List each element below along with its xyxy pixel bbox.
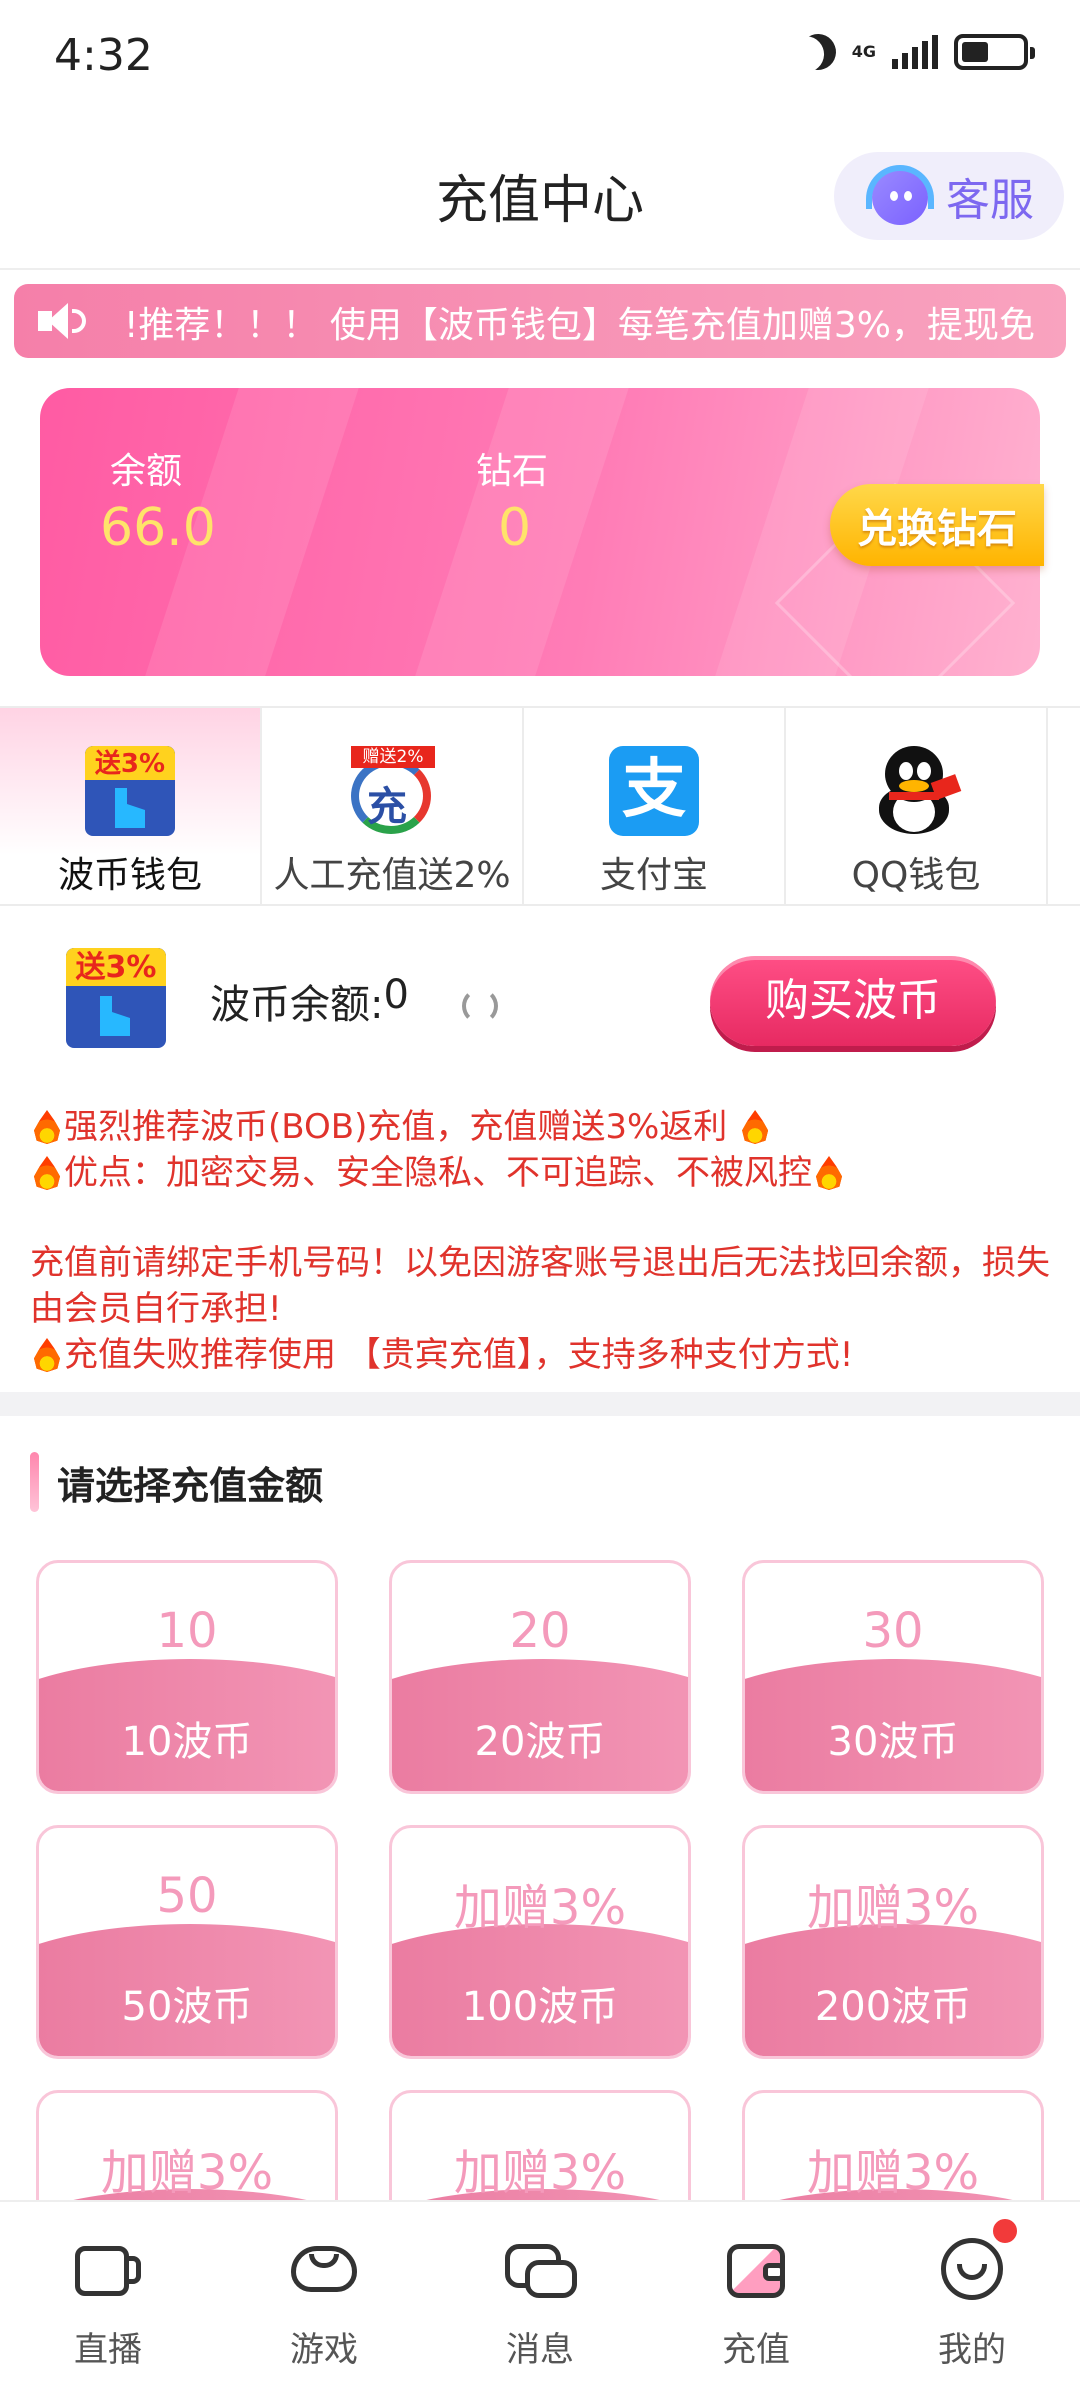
amount-coins: 100波币 [461, 1984, 619, 2030]
fire-icon [742, 1110, 769, 1144]
amount-coins: 10波币 [121, 1719, 253, 1765]
tab-label: QQ钱包 [851, 855, 981, 896]
amount-section: 请选择充值金额 10 10波币 20 20波币 30 30波币 50 50波币 … [0, 1416, 1080, 2324]
tab-label: 波币钱包 [57, 855, 202, 896]
note-line-3: 充值前请绑定手机号码！以免因游客账号退出后无法找回余额，损失由会员自行承担! [30, 1243, 1050, 1329]
amount-bonus: 加赠3% [100, 2145, 274, 2201]
recharge-notes: 强烈推荐波币(BOB)充值，充值赠送3%返利 优点：加密交易、安全隐私、不可追踪… [30, 1104, 1060, 1378]
tab-label: 支付宝 [599, 855, 708, 896]
balance-value: 66.0 [100, 498, 216, 558]
note-line-1: 强烈推荐波币(BOB)充值，充值赠送3%返利 [64, 1107, 728, 1147]
amount-value: 20 [509, 1603, 571, 1659]
profile-icon [937, 2238, 1007, 2300]
headset-icon [864, 165, 934, 227]
nav-live[interactable]: 直播 [0, 2202, 216, 2388]
amount-option[interactable]: 加赠3% 200波币 [742, 1825, 1044, 2059]
balance-label: 余额 [110, 451, 183, 492]
section-title: 请选择充值金额 [30, 1452, 323, 1512]
amount-value: 50 [156, 1868, 218, 1924]
gamepad-icon [289, 2238, 359, 2298]
tab-label: 人工充值送2% [273, 855, 511, 896]
note-line-2: 优点：加密交易、安全隐私、不可追踪、不被风控 [64, 1153, 812, 1193]
fire-icon [34, 1156, 60, 1190]
amount-value: 10 [156, 1603, 218, 1659]
payment-method-tabs: 送3% 波币钱包 充 赠送2% 人工充值送2% 支 支付宝 QQ钱包 [0, 706, 1080, 906]
amount-bonus: 加赠3% [806, 2145, 980, 2201]
amount-option[interactable]: 20 20波币 [389, 1560, 691, 1794]
alipay-icon: 支 [609, 746, 699, 836]
section-divider [0, 1392, 1080, 1416]
fire-icon [34, 1110, 60, 1144]
amount-coins: 50波币 [121, 1984, 253, 2030]
moon-icon [795, 29, 841, 75]
battery-icon [954, 34, 1035, 70]
bob-wallet-icon: 送3% [85, 746, 175, 836]
header: 充值中心 客服 [0, 120, 1080, 270]
note-line-4: 充值失败推荐使用 【贵宾充值】，支持多种支付方式! [64, 1335, 854, 1375]
speaker-icon [38, 303, 96, 339]
signal-icon [892, 35, 938, 69]
live-camera-icon [73, 2238, 143, 2298]
nav-profile[interactable]: 我的 [864, 2202, 1080, 2388]
customer-service-button[interactable]: 客服 [834, 152, 1064, 240]
bob-balance-label: 波币余额: [210, 982, 384, 1028]
nav-label: 充值 [722, 2330, 790, 2370]
amount-bonus: 加赠3% [453, 2145, 627, 2201]
qq-wallet-icon [871, 746, 962, 836]
bob-balance-value: 0 [383, 972, 409, 1018]
exchange-diamond-button[interactable]: 兑换钻石 [830, 484, 1044, 566]
amount-bonus: 加赠3% [806, 1880, 980, 1936]
diamond-value: 0 [498, 498, 532, 558]
announcement-marquee[interactable]: !推荐！！！ 使用【波币钱包】每笔充值加赠3%，提现免 [14, 284, 1066, 358]
fire-icon [816, 1156, 842, 1190]
bob-logo-icon: 送3% [66, 948, 166, 1048]
refresh-icon[interactable] [462, 988, 498, 1024]
wallet-icon [721, 2238, 791, 2298]
amount-coins: 200波币 [814, 1984, 972, 2030]
amount-coins: 20波币 [474, 1719, 606, 1765]
tab-qq-wallet[interactable]: QQ钱包 [786, 708, 1048, 904]
tab-alipay[interactable]: 支 支付宝 [524, 708, 786, 904]
announcement-text: !推荐！！！ 使用【波币钱包】每笔充值加赠3%，提现免 [124, 305, 1035, 346]
amount-option[interactable]: 50 50波币 [36, 1825, 338, 2059]
bob-balance-row: 送3% 波币余额: 0 购买波币 [0, 906, 1080, 1056]
amount-coins: 30波币 [827, 1719, 959, 1765]
amount-option[interactable]: 30 30波币 [742, 1560, 1044, 1794]
manual-recharge-icon: 充 赠送2% [347, 746, 437, 836]
amount-bonus: 加赠3% [453, 1880, 627, 1936]
message-icon [505, 2238, 577, 2298]
nav-label: 消息 [506, 2330, 574, 2370]
nav-games[interactable]: 游戏 [216, 2202, 432, 2388]
nav-messages[interactable]: 消息 [432, 2202, 648, 2388]
status-bar: 4:32 4G [0, 0, 1080, 120]
bottom-nav: 直播 游戏 消息 充值 我的 [0, 2200, 1080, 2388]
status-time: 4:32 [54, 30, 153, 81]
network-label: 4G [851, 42, 876, 61]
amount-section-title: 请选择充值金额 [57, 1463, 324, 1508]
nav-label: 游戏 [290, 2330, 358, 2370]
status-icons: 4G [800, 34, 1035, 70]
nav-label: 直播 [74, 2330, 142, 2370]
tab-bob-wallet[interactable]: 送3% 波币钱包 [0, 708, 262, 904]
buy-bob-button[interactable]: 购买波币 [710, 956, 996, 1046]
amount-option[interactable]: 加赠3% 100波币 [389, 1825, 691, 2059]
amount-value: 30 [862, 1603, 924, 1659]
amount-option[interactable]: 10 10波币 [36, 1560, 338, 1794]
tab-manual-recharge[interactable]: 充 赠送2% 人工充值送2% [262, 708, 524, 904]
nav-label: 我的 [938, 2330, 1006, 2370]
diamond-label: 钻石 [476, 451, 549, 492]
fire-icon [34, 1338, 60, 1372]
customer-service-label: 客服 [946, 175, 1034, 226]
bob-balance: 波币余额: 0 [210, 972, 409, 1030]
nav-recharge[interactable]: 充值 [648, 2202, 864, 2388]
notification-dot [990, 2216, 1020, 2246]
